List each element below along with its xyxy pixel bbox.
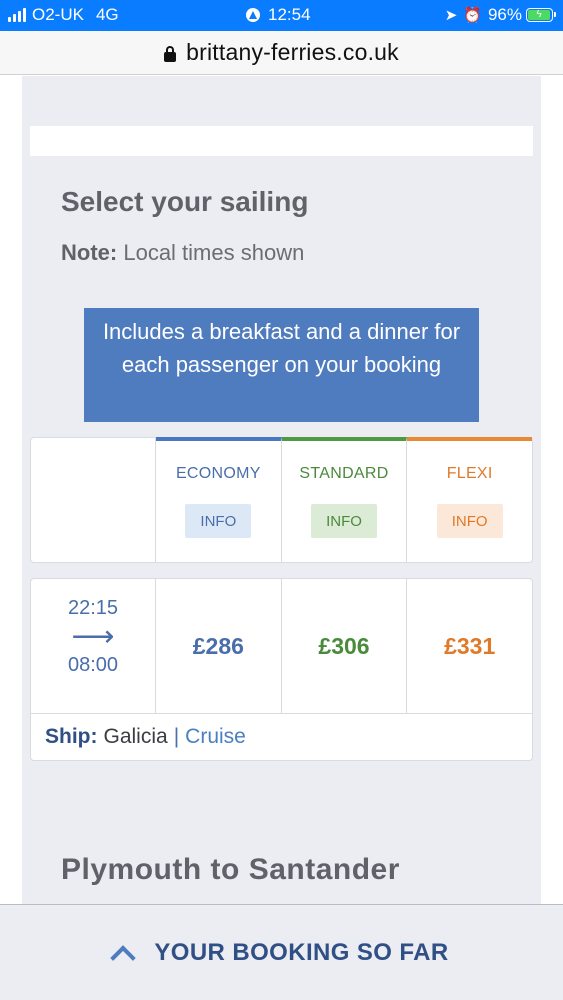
network-type: 4G	[95, 5, 119, 24]
route-heading: Plymouth to Santander	[61, 853, 400, 887]
alarm-icon: ⏰	[463, 7, 482, 24]
fare-name-flexi: FLEXI	[446, 465, 493, 482]
address-bar[interactable]: brittany-ferries.co.uk	[0, 31, 563, 75]
fare-column-economy: ECONOMY INFO	[156, 437, 282, 562]
status-bar: O2-UK 4G 12:54 ➤ ⏰ 96% ϟ	[0, 0, 563, 31]
fare-header-spacer	[31, 438, 156, 562]
content-strip	[30, 126, 533, 156]
booking-summary-bar[interactable]: YOUR BOOKING SO FAR	[0, 904, 563, 1000]
standard-info-button[interactable]: INFO	[311, 504, 377, 538]
sailing-times: 22:15 ⟶ 08:00	[31, 579, 156, 713]
sailing-row: 22:15 ⟶ 08:00 £286 £306 £331	[31, 579, 532, 714]
section-heading: Select your sailing	[61, 186, 309, 217]
ship-name: Galicia	[103, 725, 168, 748]
ship-type-link[interactable]: Cruise	[185, 725, 246, 749]
fare-column-standard: STANDARD INFO	[281, 437, 408, 562]
signal-strength-icon	[8, 8, 26, 22]
location-services-icon	[246, 8, 260, 22]
price-standard[interactable]: £306	[282, 579, 408, 713]
ship-label: Ship:	[45, 725, 98, 748]
carrier-name: O2-UK	[32, 5, 84, 24]
booking-summary-label: YOUR BOOKING SO FAR	[154, 938, 449, 966]
battery-percent: 96%	[487, 5, 522, 24]
ship-separator: |	[173, 725, 180, 748]
times-note: Note: Local times shown	[61, 240, 304, 266]
sailing-card: 22:15 ⟶ 08:00 £286 £306 £331 Ship: Galic…	[30, 578, 533, 761]
price-economy[interactable]: £286	[156, 579, 282, 713]
route-to: to	[210, 853, 240, 886]
economy-info-button[interactable]: INFO	[185, 504, 252, 538]
note-text: Local times shown	[123, 240, 305, 265]
ship-info: Ship: Galicia | Cruise	[31, 714, 532, 760]
location-arrow-icon: ➤	[444, 7, 458, 24]
battery-icon: ϟ	[526, 8, 556, 22]
clock: 12:54	[268, 5, 311, 24]
chevron-up-icon	[110, 944, 137, 971]
battery-level: ϟ	[528, 10, 551, 20]
fare-name-economy: ECONOMY	[175, 465, 261, 482]
arrow-right-icon: ⟶	[71, 620, 115, 653]
arrival-time: 08:00	[67, 654, 119, 676]
fare-name-standard: STANDARD	[299, 465, 389, 482]
departure-time: 22:15	[67, 597, 119, 619]
route-origin: Plymouth	[61, 853, 202, 886]
fare-column-flexi: FLEXI INFO	[407, 437, 533, 562]
meals-banner: Includes a breakfast and a dinner for ea…	[84, 308, 479, 422]
url-text: brittany-ferries.co.uk	[186, 39, 399, 65]
lock-icon	[164, 45, 177, 62]
note-label: Note:	[61, 240, 118, 265]
price-flexi[interactable]: £331	[407, 579, 532, 713]
route-destination: Santander	[248, 853, 400, 886]
page-content: Select your sailing Note: Local times sh…	[0, 76, 563, 1000]
flexi-info-button[interactable]: INFO	[436, 504, 503, 538]
fare-type-header: ECONOMY INFO STANDARD INFO FLEXI INFO	[30, 437, 533, 563]
